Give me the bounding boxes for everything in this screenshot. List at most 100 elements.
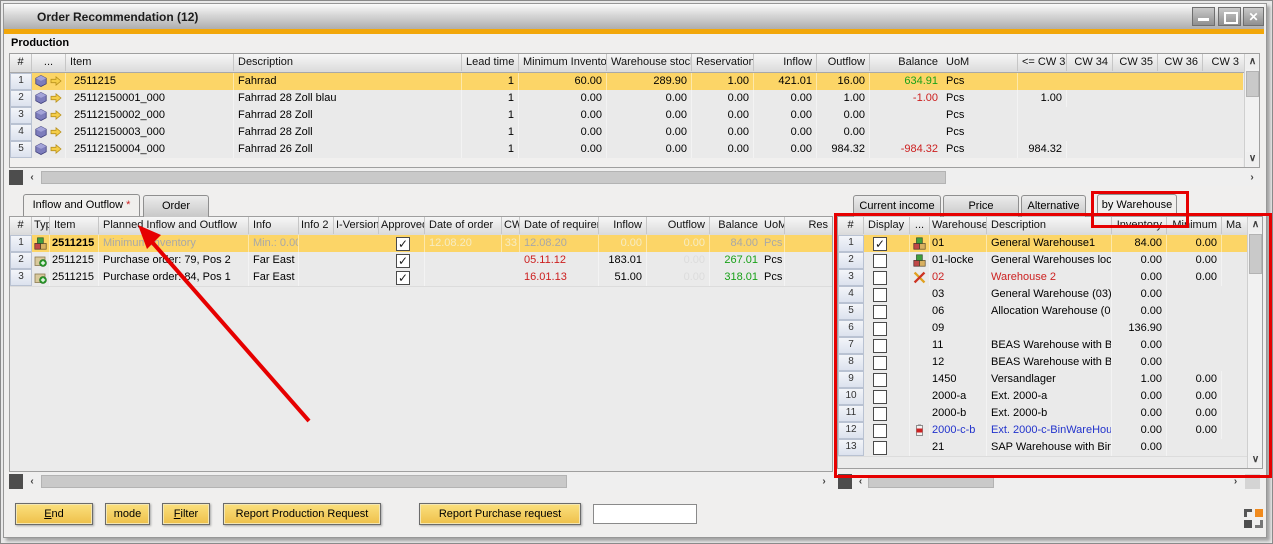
row-number[interactable]: 7 (838, 337, 864, 354)
display-checkbox[interactable] (873, 339, 887, 353)
col-header-approved[interactable]: Approved (379, 217, 425, 234)
tab-by-warehouse[interactable]: by Warehouse (1097, 194, 1177, 216)
scroll-down-icon[interactable]: ∨ (1249, 453, 1262, 467)
display-checkbox[interactable] (873, 254, 887, 268)
row-number[interactable]: 2 (838, 252, 864, 269)
scrollbar-corner-box[interactable] (9, 170, 23, 185)
display-checkbox[interactable] (873, 271, 887, 285)
table-row[interactable]: 4 25112150003_000 Fahrrad 28 Zoll 1 0.00… (10, 124, 1243, 142)
scroll-up-icon[interactable]: ∧ (1246, 55, 1259, 69)
col-header-description[interactable]: Description (234, 54, 462, 71)
display-checkbox[interactable] (873, 288, 887, 302)
h-scrollbar[interactable]: ‹ › (837, 473, 1263, 490)
table-row[interactable]: 2 2511215 Purchase order: 79, Pos 2 Far … (10, 252, 832, 270)
table-row[interactable]: 2 01-locke General Warehouses locke 0.00… (838, 252, 1247, 270)
row-number[interactable]: 4 (10, 124, 32, 141)
row-number[interactable]: 5 (838, 303, 864, 320)
table-row[interactable]: 13 21 SAP Warehouse with Bin I 0.00 (838, 439, 1247, 457)
row-number[interactable]: 13 (838, 439, 864, 456)
col-header-cw33[interactable]: <= CW 33 (1018, 54, 1067, 71)
h-scrollbar[interactable]: ‹ › (9, 473, 833, 490)
col-header-date-of-requirement[interactable]: Date of requiren (520, 217, 599, 234)
col-header-iversion[interactable]: I-Version (334, 217, 379, 234)
col-header-info2[interactable]: Info 2 (299, 217, 334, 234)
scrollbar-thumb[interactable] (41, 171, 946, 184)
scrollbar-corner-box[interactable] (9, 474, 23, 489)
scroll-left-icon[interactable]: ‹ (25, 474, 39, 489)
row-number[interactable]: 2 (10, 252, 32, 269)
col-header-typ[interactable]: Typ (32, 217, 50, 234)
row-number[interactable]: 12 (838, 422, 864, 439)
scroll-right-icon[interactable]: › (1229, 474, 1242, 489)
col-header-max[interactable]: Ma (1222, 217, 1247, 234)
display-checkbox[interactable] (873, 441, 887, 455)
report-purchase-request-button[interactable]: Report Purchase request (419, 503, 581, 525)
col-header-cw34[interactable]: CW 34 (1067, 54, 1113, 71)
display-checkbox[interactable] (873, 305, 887, 319)
filter-button[interactable]: Filter (162, 503, 210, 525)
table-row[interactable]: 3 25112150002_000 Fahrrad 28 Zoll 1 0.00… (10, 107, 1243, 125)
tab-order[interactable]: Order (143, 195, 209, 217)
col-header-uom[interactable]: UoM (762, 217, 785, 234)
row-number[interactable]: 3 (10, 107, 32, 124)
resize-expander-icon[interactable] (1244, 509, 1263, 528)
scrollbar-corner-box[interactable] (1245, 474, 1260, 489)
col-header-lead-time[interactable]: Lead time (462, 54, 519, 71)
maximize-button[interactable] (1218, 7, 1241, 26)
table-row[interactable]: 11 2000-b Ext. 2000-b 0.00 0.00 (838, 405, 1247, 423)
col-header-description[interactable]: Description (987, 217, 1112, 234)
table-row[interactable]: 5 25112150004_000 Fahrrad 26 Zoll 1 0.00… (10, 141, 1243, 159)
col-header-num[interactable]: # (10, 54, 32, 71)
display-checkbox[interactable] (873, 390, 887, 404)
display-checkbox[interactable] (873, 373, 887, 387)
v-scrollbar[interactable]: ∧ ∨ (1247, 217, 1263, 468)
table-row[interactable]: 7 11 BEAS Warehouse with Bin 0.00 (838, 337, 1247, 355)
col-header-uom[interactable]: UoM (942, 54, 1018, 71)
minimize-button[interactable] (1192, 7, 1215, 26)
col-header-icons[interactable]: ... (910, 217, 930, 234)
close-button[interactable]: ✕ (1243, 7, 1264, 26)
row-number[interactable]: 9 (838, 371, 864, 388)
tab-alternative[interactable]: Alternative (1021, 195, 1086, 217)
table-row[interactable]: 4 03 General Warehouse (03) 0.00 (838, 286, 1247, 304)
col-header-cw[interactable]: CW (502, 217, 520, 234)
display-checkbox[interactable] (873, 237, 887, 251)
scroll-left-icon[interactable]: ‹ (854, 474, 867, 489)
scroll-right-icon[interactable]: › (1245, 170, 1259, 185)
col-header-cw35[interactable]: CW 35 (1113, 54, 1158, 71)
v-scrollbar[interactable]: ∧ ∨ (1244, 54, 1260, 167)
col-header-outflow[interactable]: Outflow (647, 217, 710, 234)
table-row[interactable]: 9 1450 Versandlager 1.00 0.00 (838, 371, 1247, 389)
col-header-inflow[interactable]: Inflow (754, 54, 817, 71)
scrollbar-thumb[interactable] (868, 475, 994, 488)
col-header-balance[interactable]: Balance (710, 217, 762, 234)
table-row[interactable]: 1 2511215 Minimum Inventory Min.: 0.00 1… (10, 235, 832, 253)
scroll-down-icon[interactable]: ∨ (1246, 152, 1259, 166)
row-number[interactable]: 3 (10, 269, 32, 286)
row-number[interactable]: 6 (838, 320, 864, 337)
col-header-planned[interactable]: Planned Inflow and Outflow (99, 217, 249, 234)
col-header-res[interactable]: Res (785, 217, 832, 234)
display-checkbox[interactable] (873, 356, 887, 370)
col-header-warehouse[interactable]: Warehouse (930, 217, 987, 234)
row-number[interactable]: 1 (838, 235, 864, 252)
col-header-min-inventory[interactable]: Minimum Inventory (519, 54, 607, 71)
row-number[interactable]: 5 (10, 141, 32, 158)
col-header-item[interactable]: Item (50, 217, 99, 234)
table-row[interactable]: 1 2511215 Fahrrad 1 60.00 289.90 1.00 42… (10, 73, 1243, 91)
report-production-request-button[interactable]: Report Production Request (223, 503, 381, 525)
table-row[interactable]: 5 06 Allocation Warehouse (06 0.00 (838, 303, 1247, 321)
row-number[interactable]: 4 (838, 286, 864, 303)
row-number[interactable]: 10 (838, 388, 864, 405)
scrollbar-thumb[interactable] (1246, 71, 1259, 97)
col-header-item[interactable]: Item (66, 54, 234, 71)
col-header-outflow[interactable]: Outflow (817, 54, 870, 71)
table-row[interactable]: 12 2000-c-b Ext. 2000-c-BinWareHouse 0.0… (838, 422, 1247, 440)
display-checkbox[interactable] (873, 424, 887, 438)
scroll-up-icon[interactable]: ∧ (1249, 218, 1262, 232)
col-header-num[interactable]: # (10, 217, 32, 234)
title-bar[interactable]: Order Recommendation (12) (4, 4, 1264, 29)
display-checkbox[interactable] (873, 407, 887, 421)
scrollbar-thumb[interactable] (41, 475, 567, 488)
table-row[interactable]: 8 12 BEAS Warehouse with Bin 0.00 (838, 354, 1247, 372)
